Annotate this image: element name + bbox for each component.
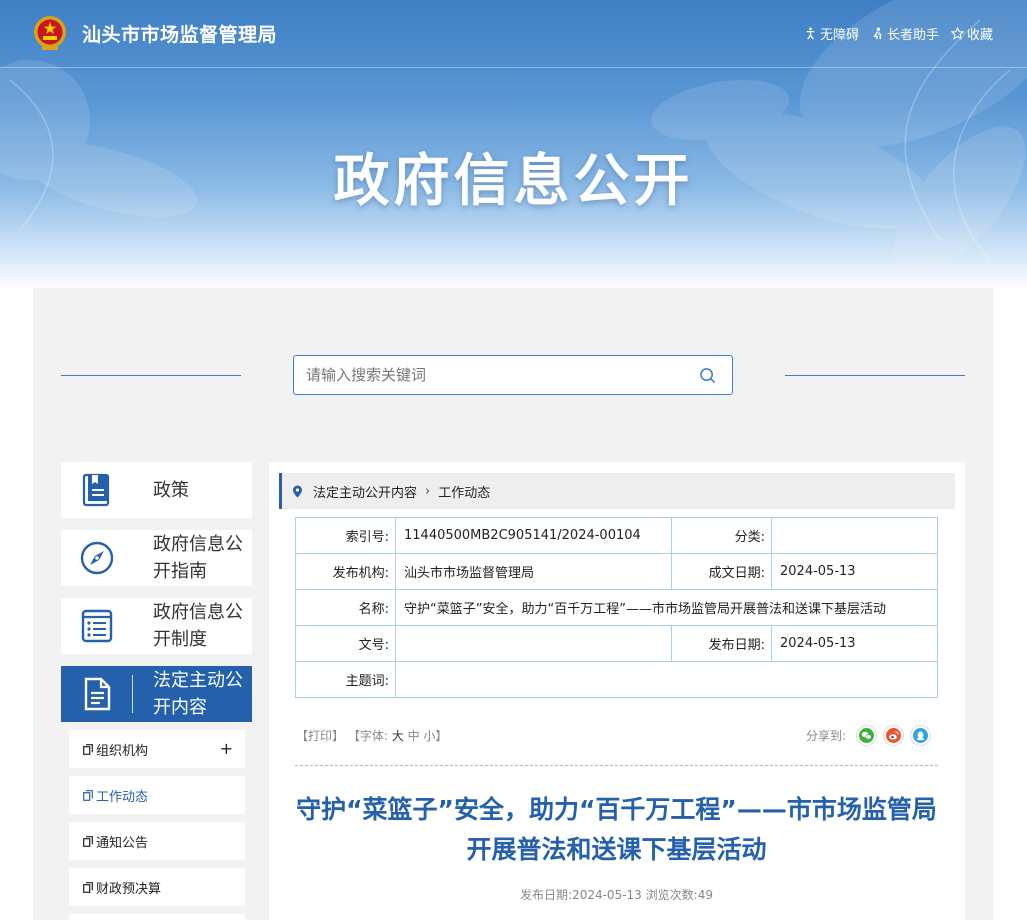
document-small-icon — [83, 881, 93, 893]
favorite-label: 收藏 — [966, 28, 993, 43]
font-small-button[interactable]: 小 — [423, 729, 435, 743]
share-wechat-button[interactable] — [856, 725, 877, 746]
sub-item-label: 组织机构 — [96, 743, 149, 759]
site-name[interactable]: 汕头市市场监督管理局 — [82, 20, 277, 47]
article-date: 2024-05-13 — [572, 888, 642, 902]
font-size-suffix: 】 — [435, 729, 448, 743]
dashed-divider — [295, 765, 938, 766]
search-input[interactable] — [294, 356, 684, 394]
banner-title: 政府信息公开 — [333, 149, 694, 214]
location-pin-icon — [293, 485, 302, 497]
sub-item-organization[interactable]: 组织机构 + — [69, 730, 245, 768]
font-medium-button[interactable]: 中 — [408, 729, 420, 743]
search-box — [293, 355, 733, 395]
sub-item-work-news[interactable]: 工作动态 — [69, 776, 245, 814]
national-emblem-logo[interactable] — [33, 15, 67, 51]
article-views-label: 浏览次数: — [645, 888, 698, 902]
meta-docno-value — [395, 625, 672, 662]
share-label: 分享到: — [805, 729, 846, 743]
star-icon — [950, 27, 964, 40]
sub-item-label: 财政预决算 — [96, 881, 162, 897]
meta-published-value: 2024-05-13 — [771, 625, 938, 662]
sidebar-item-system[interactable]: 政府信息公开制度 — [61, 598, 252, 654]
sidebar-item-label: 政策 — [153, 479, 189, 501]
meta-issuer-value: 汕头市市场监督管理局 — [395, 553, 672, 590]
print-button[interactable]: 【打印】 — [296, 729, 344, 743]
article-meta: 发布日期:2024-05-13 浏览次数:49 — [295, 886, 938, 903]
favorite-button[interactable]: 收藏 — [950, 24, 993, 43]
header-banner: 汕头市市场监督管理局 无障碍 长者助手 收藏 政府信息公开 — [0, 0, 1027, 290]
accessibility-icon — [806, 27, 815, 40]
sidebar-item-label: 政府信息公开指南 — [153, 534, 243, 582]
sub-item-budget[interactable]: 财政预决算 — [69, 868, 245, 906]
sub-item-label: 通知公告 — [96, 835, 149, 851]
font-size-prefix: 【字体: — [347, 729, 388, 743]
sidebar-item-label: 政府信息公开制度 — [153, 602, 243, 650]
elder-helper-button[interactable]: 长者助手 — [871, 24, 939, 43]
elder-helper-icon — [873, 27, 882, 40]
meta-index-label: 索引号: — [295, 517, 396, 554]
compass-icon — [80, 541, 114, 575]
meta-name-value: 守护“菜篮子”安全，助力“百千万工程”——市市场监管局开展普法和送课下基层活动 — [395, 589, 938, 626]
breadcrumb: 法定主动公开内容 › 工作动态 — [279, 473, 955, 509]
meta-docno-label: 文号: — [295, 625, 396, 662]
meta-created-label: 成文日期: — [671, 553, 772, 590]
meta-category-label: 分类: — [671, 517, 772, 554]
document-small-icon — [83, 789, 93, 801]
meta-name-label: 名称: — [295, 589, 396, 626]
search-decor-line-left — [61, 375, 241, 376]
sub-item-label: 工作动态 — [96, 789, 149, 805]
search-decor-line-right — [785, 375, 965, 376]
breadcrumb-current: 工作动态 — [438, 485, 491, 501]
breadcrumb-parent-link[interactable]: 法定主动公开内容 — [313, 482, 417, 501]
document-icon — [84, 677, 111, 711]
qq-icon — [913, 728, 928, 743]
header-tools: 无障碍 长者助手 收藏 — [804, 24, 993, 43]
document-meta-table: 索引号: 11440500MB2C905141/2024-00104 分类: 发… — [295, 517, 938, 698]
chevron-right-icon: › — [425, 483, 431, 499]
accessibility-button[interactable]: 无障碍 — [804, 24, 859, 43]
article-date-label: 发布日期: — [520, 888, 573, 902]
meta-subject-label: 主题词: — [295, 661, 396, 698]
wechat-icon — [859, 728, 874, 743]
accessibility-label: 无障碍 — [819, 28, 859, 43]
expand-plus-icon[interactable]: + — [220, 739, 233, 758]
content-area: 法定主动公开内容 › 工作动态 索引号: 11440500MB2C905141/… — [269, 462, 965, 920]
sub-item-partial — [69, 914, 245, 920]
sidebar-item-statutory[interactable]: 法定主动公开内容 — [61, 666, 252, 722]
top-bar: 汕头市市场监督管理局 无障碍 长者助手 收藏 — [0, 0, 1027, 68]
elder-helper-label: 长者助手 — [886, 28, 939, 43]
article-title: 守护“菜篮子”安全，助力“百千万工程”——市市场监管局开展普法和送课下基层活动 — [296, 795, 937, 864]
share-qq-button[interactable] — [910, 725, 931, 746]
main-panel: 政策 政府信息公开指南 政府信息公开制度 法定主动公开内容 — [33, 288, 993, 920]
list-document-icon — [81, 609, 113, 643]
sidebar-item-guide[interactable]: 政府信息公开指南 — [61, 530, 252, 586]
article-toolbar: 【打印】 【字体: 大 中 小】 分享到: — [296, 725, 939, 747]
share-weibo-button[interactable] — [883, 725, 904, 746]
meta-subject-value — [395, 661, 938, 698]
share-bar: 分享到: — [806, 725, 931, 746]
meta-published-label: 发布日期: — [671, 625, 772, 662]
document-small-icon — [83, 743, 93, 755]
sidebar-item-label: 法定主动公开内容 — [153, 670, 243, 718]
article-views: 49 — [697, 888, 713, 902]
sidebar-item-divider — [132, 675, 133, 713]
meta-index-value: 11440500MB2C905141/2024-00104 — [395, 517, 672, 554]
sub-item-notices[interactable]: 通知公告 — [69, 822, 245, 860]
meta-category-value — [771, 517, 938, 554]
search-icon[interactable] — [699, 367, 716, 384]
weibo-icon — [886, 728, 901, 743]
meta-issuer-label: 发布机构: — [295, 553, 396, 590]
policy-book-icon — [82, 473, 110, 507]
document-small-icon — [83, 835, 93, 847]
meta-created-value: 2024-05-13 — [771, 553, 938, 590]
font-large-button[interactable]: 大 — [392, 729, 404, 743]
sidebar-item-policy[interactable]: 政策 — [61, 462, 252, 518]
